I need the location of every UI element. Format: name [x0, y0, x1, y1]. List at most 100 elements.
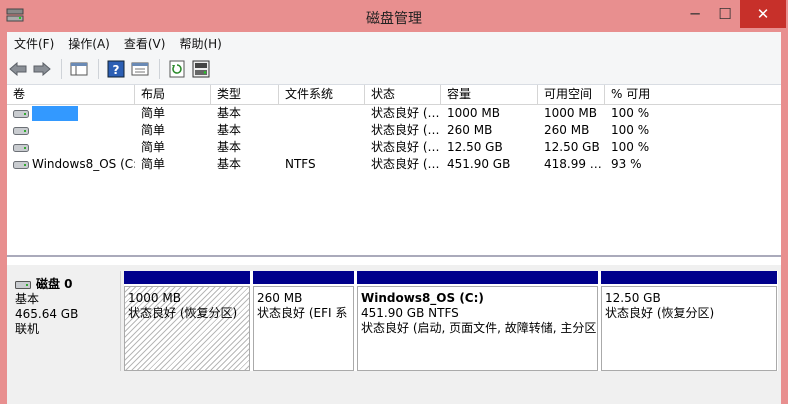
refresh-button[interactable] [166, 58, 188, 80]
table-row[interactable]: 简单 基本 状态良好 (… 1000 MB 1000 MB 100 % [7, 105, 781, 122]
column-header-filesystem[interactable]: 文件系统 [279, 85, 365, 104]
column-header-status[interactable]: 状态 [365, 85, 441, 104]
volume-icon [13, 109, 29, 118]
volume-name-cell: Windows8_OS (C:) [7, 156, 135, 173]
volume-icon [13, 160, 29, 169]
volume-list: 卷 布局 类型 文件系统 状态 容量 可用空间 % 可用 简单 基本 状态良好 … [7, 85, 781, 256]
layout-cell: 简单 [141, 123, 166, 137]
status-cell: 状态良好 (… [371, 157, 440, 171]
partition-body: 12.50 GB 状态良好 (恢复分区) [601, 286, 777, 371]
maximize-icon: ☐ [718, 5, 732, 23]
title-bar[interactable]: 磁盘管理 ─ ☐ ✕ [0, 0, 788, 32]
partition-size: 451.90 GB NTFS [361, 306, 459, 320]
percent-free-cell: 100 % [611, 123, 650, 137]
toolbar-separator [61, 59, 62, 79]
disk-label[interactable]: 磁盘 0 基本 465.64 GB 联机 [9, 271, 121, 371]
table-row[interactable]: Windows8_OS (C:) 简单 基本 NTFS 状态良好 (… 451.… [7, 156, 781, 173]
status-cell: 状态良好 (… [371, 106, 440, 120]
disk-name: 磁盘 0 [36, 277, 73, 291]
type-cell: 基本 [217, 123, 242, 137]
partition-size: 1000 MB [128, 291, 181, 305]
menu-view[interactable]: 查看(V) [117, 35, 173, 52]
disk-management-window: 磁盘管理 ─ ☐ ✕ 文件(F) 操作(A) 查看(V) 帮助(H) ? 卷 布… [0, 0, 788, 404]
layout-cell: 简单 [141, 157, 166, 171]
status-cell: 状态良好 (… [371, 123, 440, 137]
close-button[interactable]: ✕ [740, 0, 786, 28]
disk-size: 465.64 GB [15, 307, 79, 321]
volume-name: Windows8_OS (C:) [32, 157, 135, 171]
capacity-cell: 260 MB [447, 123, 493, 137]
filesystem-cell [279, 139, 365, 156]
refresh-icon [169, 60, 185, 78]
free-space-cell: 12.50 GB [544, 140, 600, 154]
volume-name-cell [7, 139, 135, 156]
free-space-cell: 418.99 … [544, 157, 602, 171]
rescan-disks-button[interactable] [190, 58, 212, 80]
partition-status: 状态良好 (EFI 系 [257, 306, 348, 320]
disk-icon [15, 280, 31, 289]
toolbar: ? [7, 54, 781, 85]
table-row[interactable]: 简单 基本 状态良好 (… 12.50 GB 12.50 GB 100 % [7, 139, 781, 156]
column-header-type[interactable]: 类型 [211, 85, 279, 104]
partition-recovery-2[interactable]: 12.50 GB 状态良好 (恢复分区) [601, 271, 777, 371]
properties-button[interactable] [129, 58, 151, 80]
window-title: 磁盘管理 [366, 11, 422, 27]
partition-size: 260 MB [257, 291, 303, 305]
status-cell: 状态良好 (… [371, 140, 440, 154]
percent-free-cell: 93 % [611, 157, 642, 171]
layout-cell: 简单 [141, 106, 166, 120]
filesystem-cell [279, 122, 365, 139]
partition-size: 12.50 GB [605, 291, 661, 305]
menu-help[interactable]: 帮助(H) [172, 35, 228, 52]
help-button[interactable]: ? [105, 58, 127, 80]
svg-text:?: ? [113, 63, 120, 77]
back-button[interactable] [7, 58, 29, 80]
layout-cell: 简单 [141, 140, 166, 154]
partition-body-selected: 1000 MB 状态良好 (恢复分区) [124, 286, 250, 371]
show-hide-tree-button[interactable] [68, 58, 90, 80]
capacity-cell: 1000 MB [447, 106, 500, 120]
maximize-button[interactable]: ☐ [710, 0, 740, 28]
menu-file[interactable]: 文件(F) [7, 35, 61, 52]
type-cell: 基本 [217, 106, 242, 120]
type-cell: 基本 [217, 157, 242, 171]
column-header-capacity[interactable]: 容量 [441, 85, 538, 104]
volume-name-cell [7, 122, 135, 139]
column-header-layout[interactable]: 布局 [135, 85, 211, 104]
disk-row: 磁盘 0 基本 465.64 GB 联机 1000 MB 状态良好 (恢复分区) [7, 265, 781, 404]
menu-bar: 文件(F) 操作(A) 查看(V) 帮助(H) [7, 32, 781, 54]
type-cell: 基本 [217, 140, 242, 154]
volume-list-header: 卷 布局 类型 文件系统 状态 容量 可用空间 % 可用 [7, 85, 781, 105]
table-row[interactable]: 简单 基本 状态良好 (… 260 MB 260 MB 100 % [7, 122, 781, 139]
forward-button[interactable] [31, 58, 53, 80]
menu-action[interactable]: 操作(A) [61, 35, 117, 52]
partition-title: Windows8_OS (C:) [361, 291, 484, 305]
capacity-cell: 451.90 GB [447, 157, 511, 171]
filesystem-cell: NTFS [285, 157, 316, 171]
partition-header-bar [124, 271, 250, 284]
selected-volume-name [32, 106, 78, 121]
toolbar-separator [159, 59, 160, 79]
partition-header-bar [601, 271, 777, 284]
column-header-free-space[interactable]: 可用空间 [538, 85, 605, 104]
partition-windows-c[interactable]: Windows8_OS (C:) 451.90 GB NTFS 状态良好 (启动… [357, 271, 598, 371]
minimize-button[interactable]: ─ [680, 0, 710, 28]
disk-type: 基本 [15, 292, 40, 306]
column-header-volume[interactable]: 卷 [7, 85, 135, 104]
volume-icon [13, 143, 29, 152]
partition-efi[interactable]: 260 MB 状态良好 (EFI 系 [253, 271, 354, 371]
disk-graphical-view: 磁盘 0 基本 465.64 GB 联机 1000 MB 状态良好 (恢复分区) [7, 256, 781, 404]
partition-body: 260 MB 状态良好 (EFI 系 [253, 286, 354, 371]
forward-arrow-icon [33, 62, 51, 76]
partition-header-bar [253, 271, 354, 284]
partition-header-bar [357, 271, 598, 284]
toolbar-separator [98, 59, 99, 79]
partition-status: 状态良好 (恢复分区) [605, 306, 715, 320]
back-arrow-icon [9, 62, 27, 76]
percent-free-cell: 100 % [611, 106, 650, 120]
column-header-percent-free[interactable]: % 可用 [605, 85, 781, 104]
partition-area: 1000 MB 状态良好 (恢复分区) 260 MB 状态良好 (EFI 系 W… [124, 271, 778, 371]
partition-recovery-1[interactable]: 1000 MB 状态良好 (恢复分区) [124, 271, 250, 371]
free-space-cell: 260 MB [544, 123, 590, 137]
free-space-cell: 1000 MB [544, 106, 597, 120]
